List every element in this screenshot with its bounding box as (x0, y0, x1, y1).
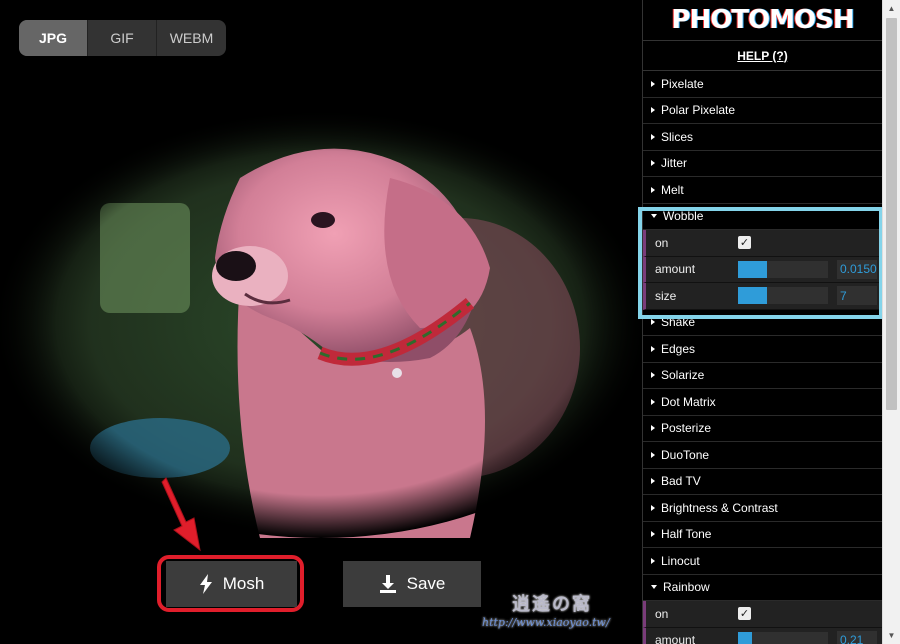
caret-right-icon (651, 531, 655, 538)
effect-label: Solarize (661, 368, 705, 383)
effect-posterize[interactable]: Posterize (643, 416, 882, 442)
wobble-size-row: size 7 (643, 283, 882, 310)
save-button-label: Save (406, 574, 446, 593)
rainbow-on-label: on (655, 606, 669, 621)
wobble-size-slider[interactable] (738, 287, 828, 305)
download-icon (379, 575, 397, 593)
lightning-bolt-icon (199, 574, 213, 594)
effect-edges[interactable]: Edges (643, 336, 882, 363)
caret-down-icon (651, 214, 657, 219)
rainbow-amount-value[interactable]: 0.21 (837, 630, 877, 644)
scroll-down-arrow-icon[interactable]: ▼ (883, 627, 900, 644)
rainbow-on-row: on ✓ (643, 601, 882, 628)
effect-jitter[interactable]: Jitter (643, 151, 882, 177)
wobble-amount-slider[interactable] (738, 260, 828, 278)
effect-bad-tv[interactable]: Bad TV (643, 469, 882, 495)
wobble-on-checkbox[interactable]: ✓ (738, 236, 751, 250)
caret-down-icon (651, 585, 657, 590)
effect-label: Jitter (661, 156, 688, 171)
caret-right-icon (651, 133, 655, 140)
tab-jpg[interactable]: JPG (19, 20, 88, 56)
caret-right-icon (651, 107, 655, 114)
slider-fill (738, 287, 767, 305)
caret-right-icon (651, 319, 655, 326)
effect-label: Half Tone (661, 527, 712, 542)
caret-right-icon (651, 478, 655, 485)
watermark-url: http://www.xiaoyao.tw/ (482, 616, 610, 629)
effect-label: Wobble (663, 209, 704, 224)
caret-right-icon (651, 425, 655, 432)
wobble-on-row: on ✓ (643, 230, 882, 257)
caret-right-icon (651, 557, 655, 564)
moshed-image (0, 108, 642, 538)
mosh-button[interactable]: Mosh (166, 561, 297, 607)
tab-gif[interactable]: GIF (88, 20, 157, 56)
effect-half-tone[interactable]: Half Tone (643, 522, 882, 548)
effect-polar-pixelate[interactable]: Polar Pixelate (643, 98, 882, 124)
effect-wobble[interactable]: Wobble (643, 204, 882, 230)
watermark-logo: 逍遙の窩 (512, 594, 592, 615)
wobble-size-label: size (655, 288, 677, 303)
caret-right-icon (651, 372, 655, 379)
mosh-canvas-area: JPG GIF WEBM Mosh Save 逍遙の窩 http://www.x… (0, 0, 642, 644)
caret-right-icon (651, 186, 655, 193)
help-row: HELP (?) (643, 41, 882, 71)
effect-melt[interactable]: Melt (643, 177, 882, 204)
format-tabs: JPG GIF WEBM (19, 20, 226, 56)
effect-label: Posterize (661, 421, 712, 436)
effect-label: Pixelate (661, 76, 704, 91)
scrollbar-thumb[interactable] (886, 18, 897, 410)
help-link[interactable]: HELP (?) (737, 49, 787, 63)
effect-linocut[interactable]: Linocut (643, 548, 882, 575)
effect-label: Polar Pixelate (661, 103, 736, 118)
caret-right-icon (651, 398, 655, 405)
caret-right-icon (651, 160, 655, 167)
effect-duotone[interactable]: DuoTone (643, 442, 882, 469)
effect-shake[interactable]: Shake (643, 310, 882, 336)
effect-label: Melt (661, 182, 684, 197)
wobble-amount-row: amount 0.0150 (643, 256, 882, 283)
mosh-button-label: Mosh (222, 574, 265, 593)
caret-right-icon (651, 504, 655, 511)
rainbow-amount-row: amount 0.21 (643, 627, 882, 644)
effect-label: Shake (661, 315, 696, 330)
caret-right-icon (651, 451, 655, 458)
effect-label: Linocut (661, 553, 700, 568)
watermark: 逍遙の窩 http://www.xiaoyao.tw/ (482, 590, 610, 629)
effect-label: Slices (661, 129, 694, 144)
effect-label: Brightness & Contrast (661, 500, 778, 515)
caret-right-icon (651, 80, 655, 87)
effects-panel: PHOTOMOSH HELP (?) Pixelate Polar Pixela… (642, 0, 882, 644)
wobble-on-label: on (655, 235, 669, 250)
effect-rainbow[interactable]: Rainbow (643, 575, 882, 601)
rainbow-on-checkbox[interactable]: ✓ (738, 607, 751, 621)
app-logo: PHOTOMOSH (643, 0, 882, 41)
rainbow-amount-label: amount (655, 633, 696, 644)
slider-fill (738, 631, 752, 644)
effect-label: Rainbow (663, 580, 710, 595)
effect-solarize[interactable]: Solarize (643, 363, 882, 389)
effect-slices[interactable]: Slices (643, 124, 882, 151)
tab-webm[interactable]: WEBM (157, 20, 226, 56)
wobble-size-value[interactable]: 7 (837, 286, 877, 306)
rainbow-amount-slider[interactable] (738, 631, 828, 644)
effect-brightness-contrast[interactable]: Brightness & Contrast (643, 495, 882, 522)
wobble-amount-label: amount (655, 262, 696, 277)
effect-label: Edges (661, 341, 696, 356)
red-arrow-icon (161, 477, 201, 552)
save-button[interactable]: Save (343, 561, 481, 607)
wobble-amount-value[interactable]: 0.0150 (837, 259, 877, 279)
effect-label: Dot Matrix (661, 394, 716, 409)
effect-label: DuoTone (661, 447, 710, 462)
page-scrollbar[interactable]: ▲ ▼ (882, 0, 900, 644)
scroll-up-arrow-icon[interactable]: ▲ (883, 0, 900, 17)
slider-fill (738, 260, 767, 278)
effect-pixelate[interactable]: Pixelate (643, 71, 882, 98)
effect-dot-matrix[interactable]: Dot Matrix (643, 389, 882, 416)
caret-right-icon (651, 345, 655, 352)
effect-label: Bad TV (661, 474, 701, 489)
